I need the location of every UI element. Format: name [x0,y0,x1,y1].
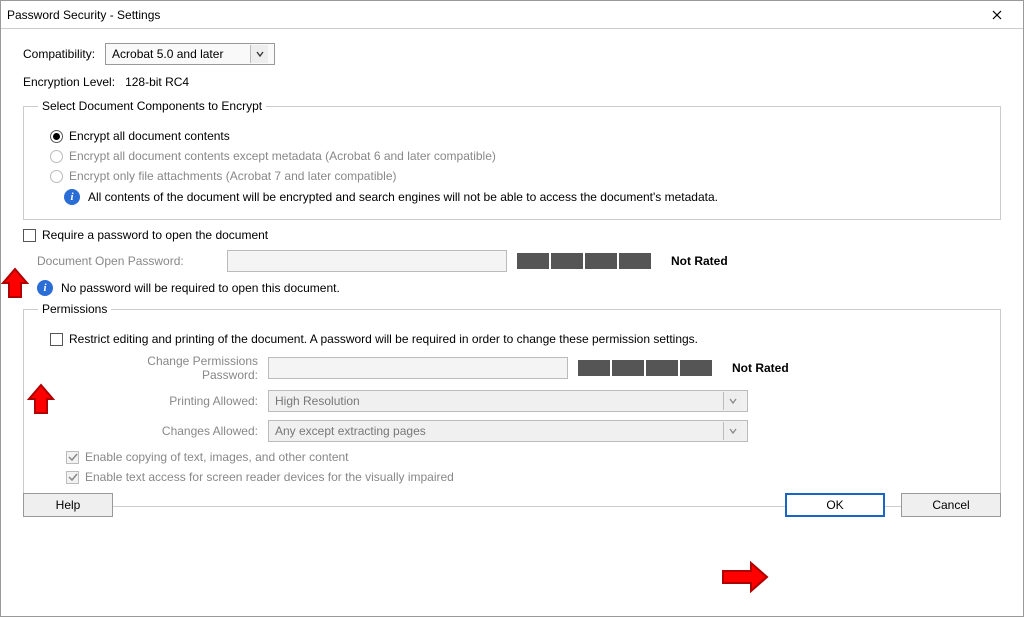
encryption-value: 128-bit RC4 [125,75,189,89]
strength-segment [578,360,610,376]
change-pw-rating: Not Rated [732,361,789,375]
ok-button-label: OK [826,498,843,512]
encryption-row: Encryption Level: 128-bit RC4 [23,75,1001,89]
enable-copy-row: Enable copying of text, images, and othe… [66,450,986,464]
annotation-arrow-icon [0,267,33,303]
open-pw-rating: Not Rated [671,254,728,268]
bottom-bar: Help OK Cancel [23,493,1001,517]
dialog-content: Compatibility: Acrobat 5.0 and later Enc… [1,29,1023,529]
chevron-down-icon [723,422,741,440]
close-icon [992,10,1002,20]
open-pw-info-text: No password will be required to open thi… [61,281,340,295]
open-pw-label: Document Open Password: [37,254,217,268]
restrict-edit-row: Restrict editing and printing of the doc… [50,332,986,346]
radio-encrypt-all-label: Encrypt all document contents [69,129,230,143]
cancel-button-label: Cancel [932,498,969,512]
change-pw-strength-bar [578,360,712,376]
window-title: Password Security - Settings [7,8,977,22]
radio-except-meta [50,150,63,163]
help-button[interactable]: Help [23,493,113,517]
radio-encrypt-all-row: Encrypt all document contents [50,129,986,143]
permissions-group: Permissions Restrict editing and printin… [23,302,1001,507]
encrypt-components-legend: Select Document Components to Encrypt [38,99,266,113]
change-pw-label: Change Permissions Password: [88,354,258,382]
require-open-pw-label: Require a password to open the document [42,228,268,242]
radio-except-meta-row: Encrypt all document contents except met… [50,149,986,163]
permissions-legend: Permissions [38,302,111,316]
strength-segment [646,360,678,376]
restrict-edit-label: Restrict editing and printing of the doc… [69,332,698,346]
changes-value: Any except extracting pages [275,424,717,438]
open-pw-input [227,250,507,272]
compatibility-dropdown[interactable]: Acrobat 5.0 and later [105,43,275,65]
strength-segment [612,360,644,376]
enable-copy-label: Enable copying of text, images, and othe… [85,450,349,464]
enable-reader-checkbox [66,471,79,484]
enable-copy-checkbox [66,451,79,464]
change-pw-field-row: Change Permissions Password: Not Rated [88,354,986,382]
radio-attach-only-row: Encrypt only file attachments (Acrobat 7… [50,169,986,183]
chevron-down-icon [250,45,268,63]
annotation-arrow-icon [721,559,769,595]
change-pw-input [268,357,568,379]
info-icon: i [37,280,53,296]
strength-segment [585,253,617,269]
ok-button[interactable]: OK [785,493,885,517]
titlebar: Password Security - Settings [1,1,1023,29]
strength-segment [517,253,549,269]
permission-checks: Enable copying of text, images, and othe… [38,450,986,484]
strength-segment [619,253,651,269]
radio-encrypt-all[interactable] [50,130,63,143]
changes-row: Changes Allowed: Any except extracting p… [88,420,986,442]
strength-segment [551,253,583,269]
printing-label: Printing Allowed: [88,394,258,408]
printing-dropdown: High Resolution [268,390,748,412]
require-open-pw-checkbox[interactable] [23,229,36,242]
radio-except-meta-label: Encrypt all document contents except met… [69,149,496,163]
dialog-window: Password Security - Settings Compatibili… [0,0,1024,617]
encryption-label: Encryption Level: [23,75,115,89]
radio-attach-only-label: Encrypt only file attachments (Acrobat 7… [69,169,397,183]
enable-reader-label: Enable text access for screen reader dev… [85,470,454,484]
require-open-pw-row: Require a password to open the document [23,228,1001,242]
compatibility-value: Acrobat 5.0 and later [112,47,244,61]
radio-attach-only [50,170,63,183]
help-button-label: Help [56,498,81,512]
printing-value: High Resolution [275,394,717,408]
open-pw-info-row: i No password will be required to open t… [37,280,1001,296]
restrict-edit-checkbox[interactable] [50,333,63,346]
info-icon: i [64,189,80,205]
open-pw-field-row: Document Open Password: Not Rated [37,250,1001,272]
encrypt-components-group: Select Document Components to Encrypt En… [23,99,1001,220]
open-pw-strength-bar [517,253,651,269]
strength-segment [680,360,712,376]
changes-dropdown: Any except extracting pages [268,420,748,442]
compatibility-row: Compatibility: Acrobat 5.0 and later [23,43,1001,65]
cancel-button[interactable]: Cancel [901,493,1001,517]
encrypt-info-row: i All contents of the document will be e… [64,189,986,205]
printing-row: Printing Allowed: High Resolution [88,390,986,412]
close-button[interactable] [977,3,1017,27]
compatibility-label: Compatibility: [23,47,95,61]
enable-reader-row: Enable text access for screen reader dev… [66,470,986,484]
chevron-down-icon [723,392,741,410]
changes-label: Changes Allowed: [88,424,258,438]
encrypt-info-text: All contents of the document will be enc… [88,190,718,204]
